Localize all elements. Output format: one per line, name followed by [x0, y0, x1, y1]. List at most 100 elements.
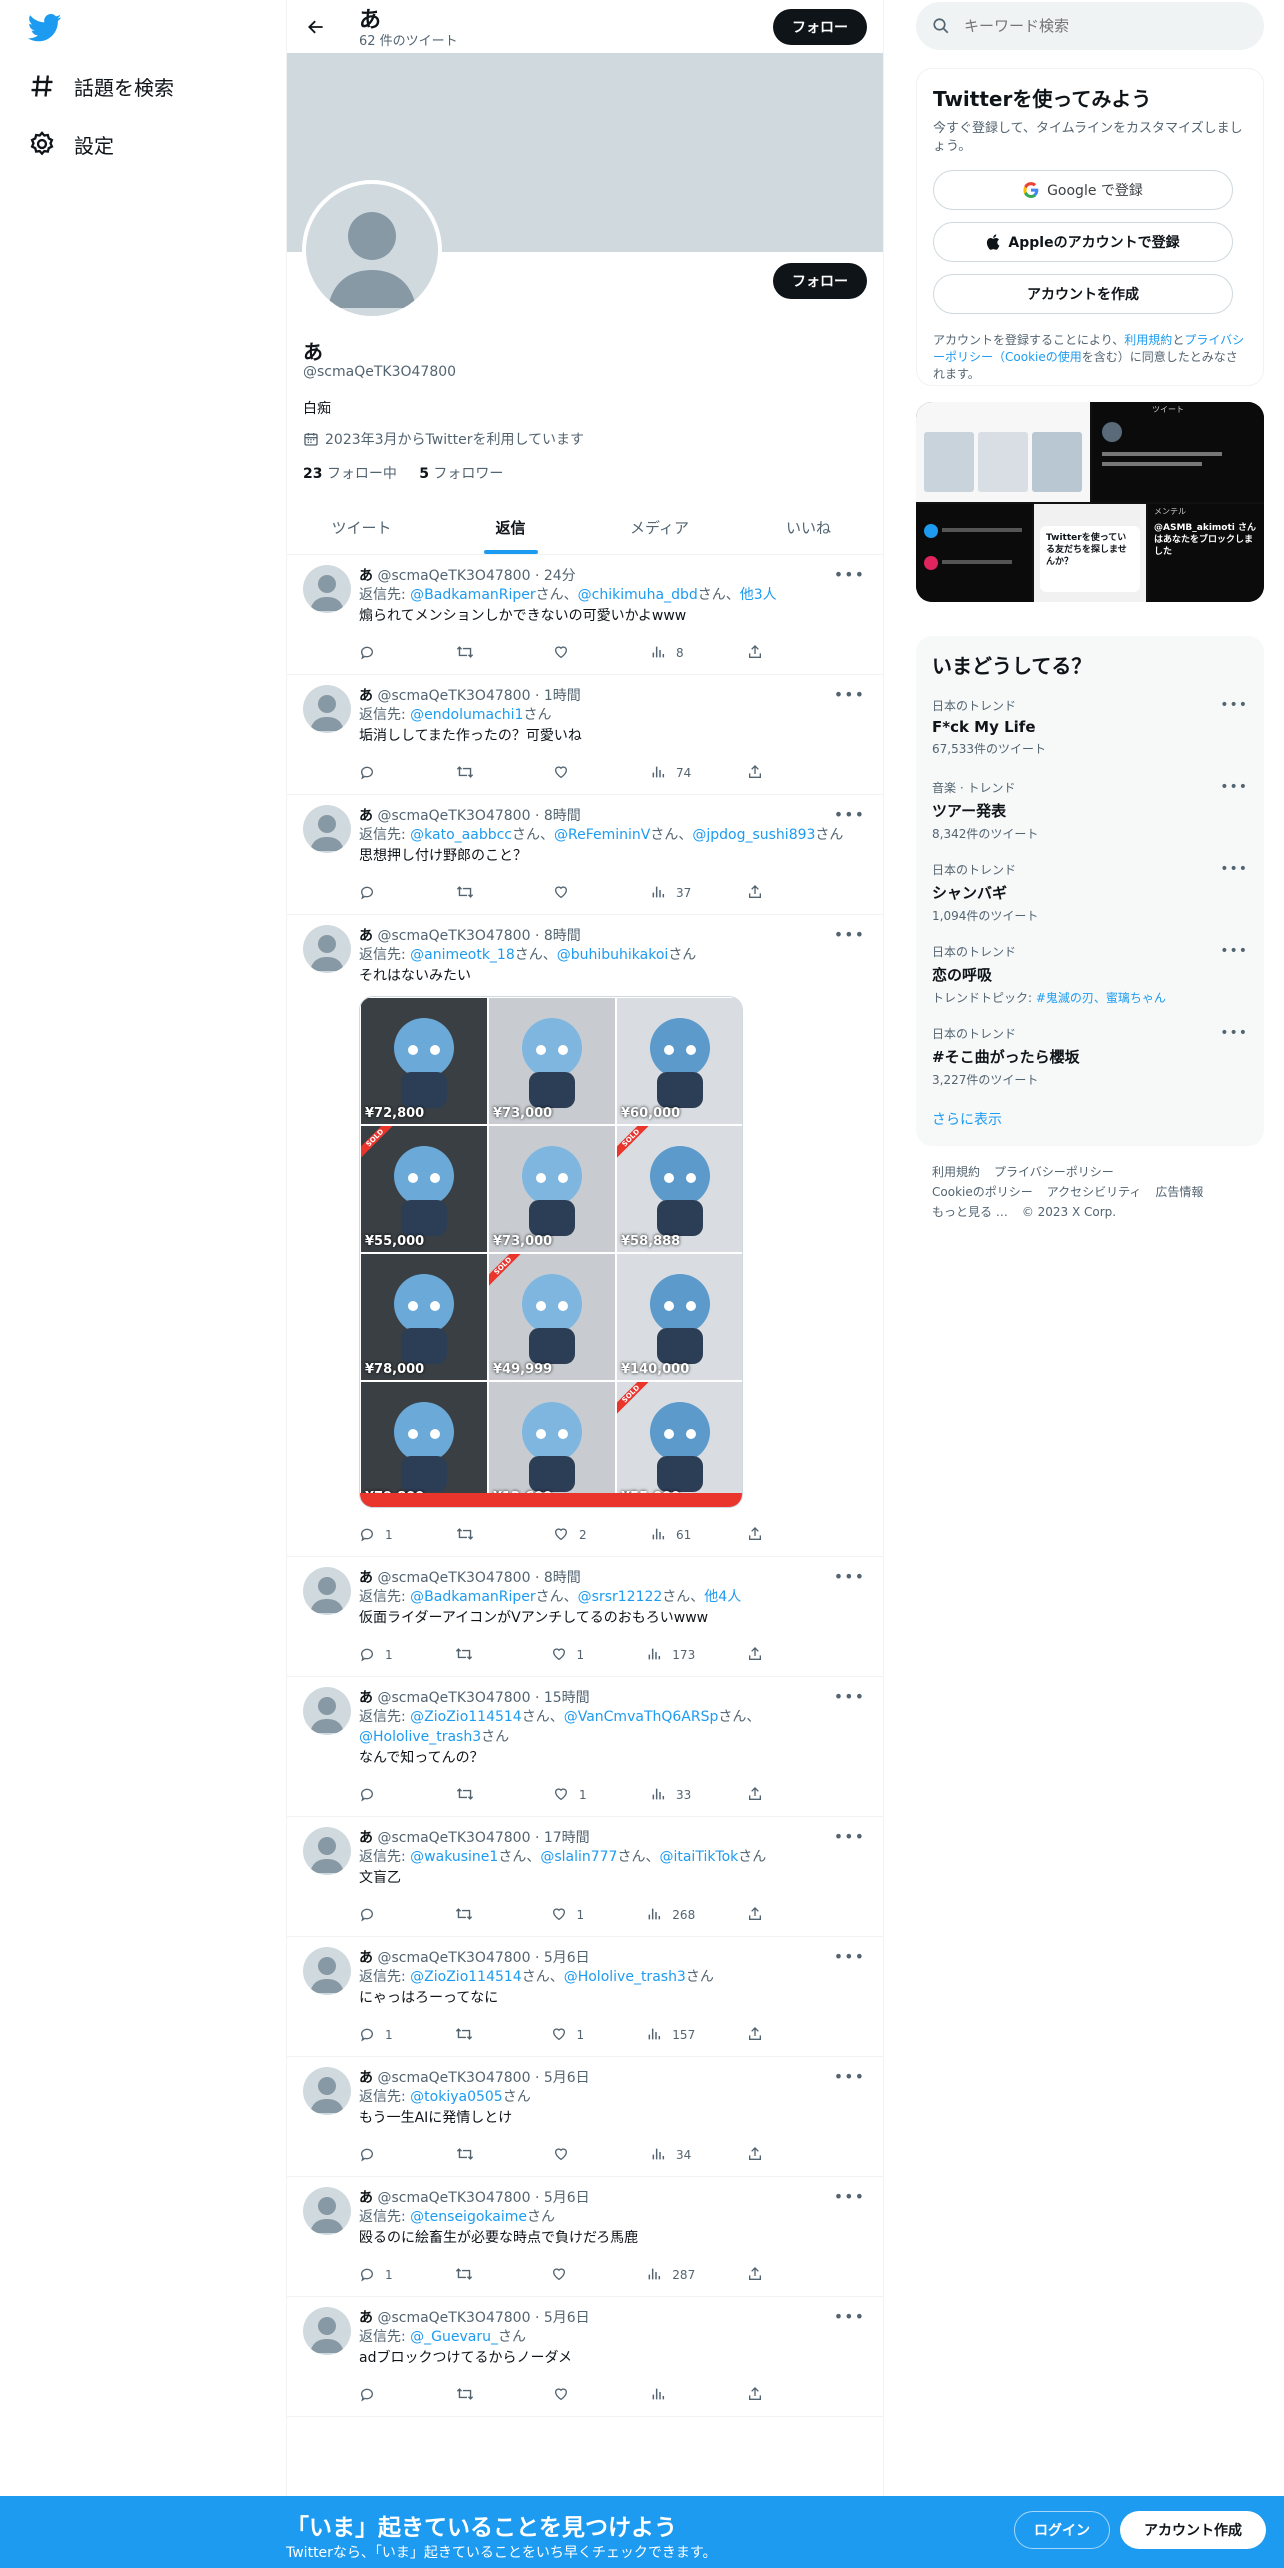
- apple-signup-button[interactable]: Appleのアカウントで登録: [933, 222, 1233, 262]
- tweet[interactable]: ••• あ @scmaQeTK3O47800 · 24分 返信先: @Badkama…: [287, 555, 883, 675]
- views-button[interactable]: 74: [650, 764, 694, 783]
- views-button[interactable]: 34: [650, 2146, 694, 2165]
- avatar[interactable]: [303, 1947, 351, 1995]
- tweet-author-name[interactable]: あ: [359, 1830, 373, 1846]
- tweet-author-name[interactable]: あ: [359, 2310, 373, 2326]
- mention-link[interactable]: @BadkamanRiper: [410, 587, 535, 603]
- like-button[interactable]: [553, 884, 597, 903]
- footer-link[interactable]: プライバシーポリシー: [994, 1165, 1114, 1179]
- views-button[interactable]: 268: [646, 1906, 695, 1925]
- like-button[interactable]: [553, 644, 597, 663]
- login-button[interactable]: ログイン: [1014, 2511, 1110, 2549]
- mention-link[interactable]: @Hololive_trash3: [564, 1969, 686, 1985]
- tweet-time[interactable]: 5月6日: [544, 2310, 590, 2326]
- tweet-time[interactable]: 8時間: [544, 928, 581, 944]
- views-button[interactable]: 61: [650, 1526, 694, 1545]
- share-button[interactable]: [747, 764, 791, 783]
- avatar[interactable]: [303, 2307, 351, 2355]
- more-options-icon[interactable]: •••: [1220, 943, 1248, 959]
- mention-link[interactable]: @jpdog_sushi893: [692, 827, 815, 843]
- share-button[interactable]: [747, 1786, 791, 1805]
- more-options-icon[interactable]: •••: [834, 925, 865, 944]
- create-account-button[interactable]: アカウントを作成: [933, 274, 1233, 314]
- tweet-time[interactable]: 5月6日: [544, 2190, 590, 2206]
- footer-link[interactable]: もっと見る …: [932, 1205, 1008, 1219]
- trend-item[interactable]: 日本のトレンド F*ck My Life 67,533件のツイート •••: [932, 697, 1248, 779]
- avatar[interactable]: [303, 1567, 351, 1615]
- more-options-icon[interactable]: •••: [1220, 1025, 1248, 1041]
- mention-link[interactable]: @BadkamanRiper: [410, 1589, 535, 1605]
- tweet-author-name[interactable]: あ: [359, 2070, 373, 2086]
- retweet-button[interactable]: [455, 2026, 499, 2045]
- tweet[interactable]: ••• あ @scmaQeTK3O47800 · 1時間 返信先: @endolum…: [287, 675, 883, 795]
- like-button[interactable]: [553, 2386, 597, 2405]
- retweet-button[interactable]: [456, 644, 500, 663]
- retweet-button[interactable]: [455, 1646, 499, 1665]
- reply-button[interactable]: [359, 1786, 403, 1805]
- tweet-time[interactable]: 8時間: [544, 1570, 581, 1586]
- retweet-button[interactable]: [456, 1786, 500, 1805]
- mention-link[interactable]: @slalin777: [540, 1849, 617, 1865]
- tweet-time[interactable]: 5月6日: [544, 2070, 590, 2086]
- mention-link[interactable]: @wakusine1: [410, 1849, 498, 1865]
- share-button[interactable]: [747, 2386, 791, 2405]
- tweet-time[interactable]: 1時間: [544, 688, 581, 704]
- like-button[interactable]: 1: [553, 1786, 597, 1805]
- google-signup-button[interactable]: Google で登録: [933, 170, 1233, 210]
- like-button[interactable]: 1: [551, 1906, 595, 1925]
- mention-link[interactable]: @ReFemininV: [554, 827, 650, 843]
- mention-link[interactable]: @animeotk_18: [410, 947, 515, 963]
- share-button[interactable]: [747, 644, 791, 663]
- reply-button[interactable]: [359, 2386, 403, 2405]
- trend-topics-link[interactable]: #鬼滅の刃、蜜璃ちゃん: [1036, 991, 1166, 1005]
- tweet-author-name[interactable]: あ: [359, 1950, 373, 1966]
- trend-item[interactable]: 日本のトレンド 恋の呼吸 トレンドトピック: #鬼滅の刃、蜜璃ちゃん •••: [932, 943, 1248, 1025]
- mention-link[interactable]: @itaiTikTok: [659, 1849, 738, 1865]
- avatar[interactable]: [303, 1827, 351, 1875]
- retweet-button[interactable]: [456, 2386, 500, 2405]
- terms-link[interactable]: 利用規約: [1124, 333, 1172, 347]
- more-options-icon[interactable]: •••: [1220, 779, 1248, 795]
- footer-link[interactable]: アクセシビリティ: [1047, 1185, 1142, 1199]
- share-button[interactable]: [747, 1526, 791, 1545]
- more-options-icon[interactable]: •••: [834, 2187, 865, 2206]
- more-options-icon[interactable]: •••: [1220, 861, 1248, 877]
- mention-link[interactable]: @kato_aabbcc: [410, 827, 512, 843]
- tab-tweets[interactable]: ツイート: [287, 502, 436, 554]
- tab-replies[interactable]: 返信: [436, 502, 585, 554]
- show-more-link[interactable]: さらに表示: [932, 1109, 1248, 1129]
- avatar[interactable]: [303, 925, 351, 973]
- views-button[interactable]: 37: [650, 884, 694, 903]
- tab-likes[interactable]: いいね: [734, 502, 883, 554]
- tweet-time[interactable]: 8時間: [544, 808, 581, 824]
- share-button[interactable]: [747, 2266, 791, 2285]
- like-button[interactable]: 1: [551, 1646, 595, 1665]
- following-link[interactable]: 23 フォロー中: [303, 466, 397, 482]
- retweet-button[interactable]: [456, 2146, 500, 2165]
- sidebar-item-explore[interactable]: 話題を検索: [28, 66, 174, 106]
- retweet-button[interactable]: [455, 1906, 499, 1925]
- profile-avatar[interactable]: [302, 180, 442, 320]
- reply-button[interactable]: 1: [359, 1526, 403, 1545]
- reply-button[interactable]: [359, 1906, 403, 1925]
- reply-button[interactable]: [359, 2146, 403, 2165]
- views-button[interactable]: 33: [650, 1786, 694, 1805]
- more-options-icon[interactable]: •••: [1220, 697, 1248, 713]
- mention-link[interactable]: 他3人: [740, 587, 777, 603]
- retweet-button[interactable]: [455, 2266, 499, 2285]
- header-follow-button[interactable]: フォロー: [773, 9, 867, 45]
- like-button[interactable]: [551, 2266, 595, 2285]
- avatar[interactable]: [303, 1687, 351, 1735]
- trend-item[interactable]: 日本のトレンド #そこ曲がったら櫻坂 3,227件のツイート •••: [932, 1025, 1248, 1107]
- tweet-author-name[interactable]: あ: [359, 2190, 373, 2206]
- like-button[interactable]: [553, 764, 597, 783]
- more-options-icon[interactable]: •••: [834, 1567, 865, 1586]
- mention-link[interactable]: @chikimuha_dbd: [578, 587, 698, 603]
- tweet-author-name[interactable]: あ: [359, 928, 373, 944]
- like-button[interactable]: [553, 2146, 597, 2165]
- mention-link[interactable]: @VanCmvaThQ6ARSp: [564, 1709, 719, 1725]
- tweet-time[interactable]: 5月6日: [544, 1950, 590, 1966]
- more-options-icon[interactable]: •••: [834, 1947, 865, 1966]
- mention-link[interactable]: @srsr12122: [578, 1589, 663, 1605]
- tab-media[interactable]: メディア: [585, 502, 734, 554]
